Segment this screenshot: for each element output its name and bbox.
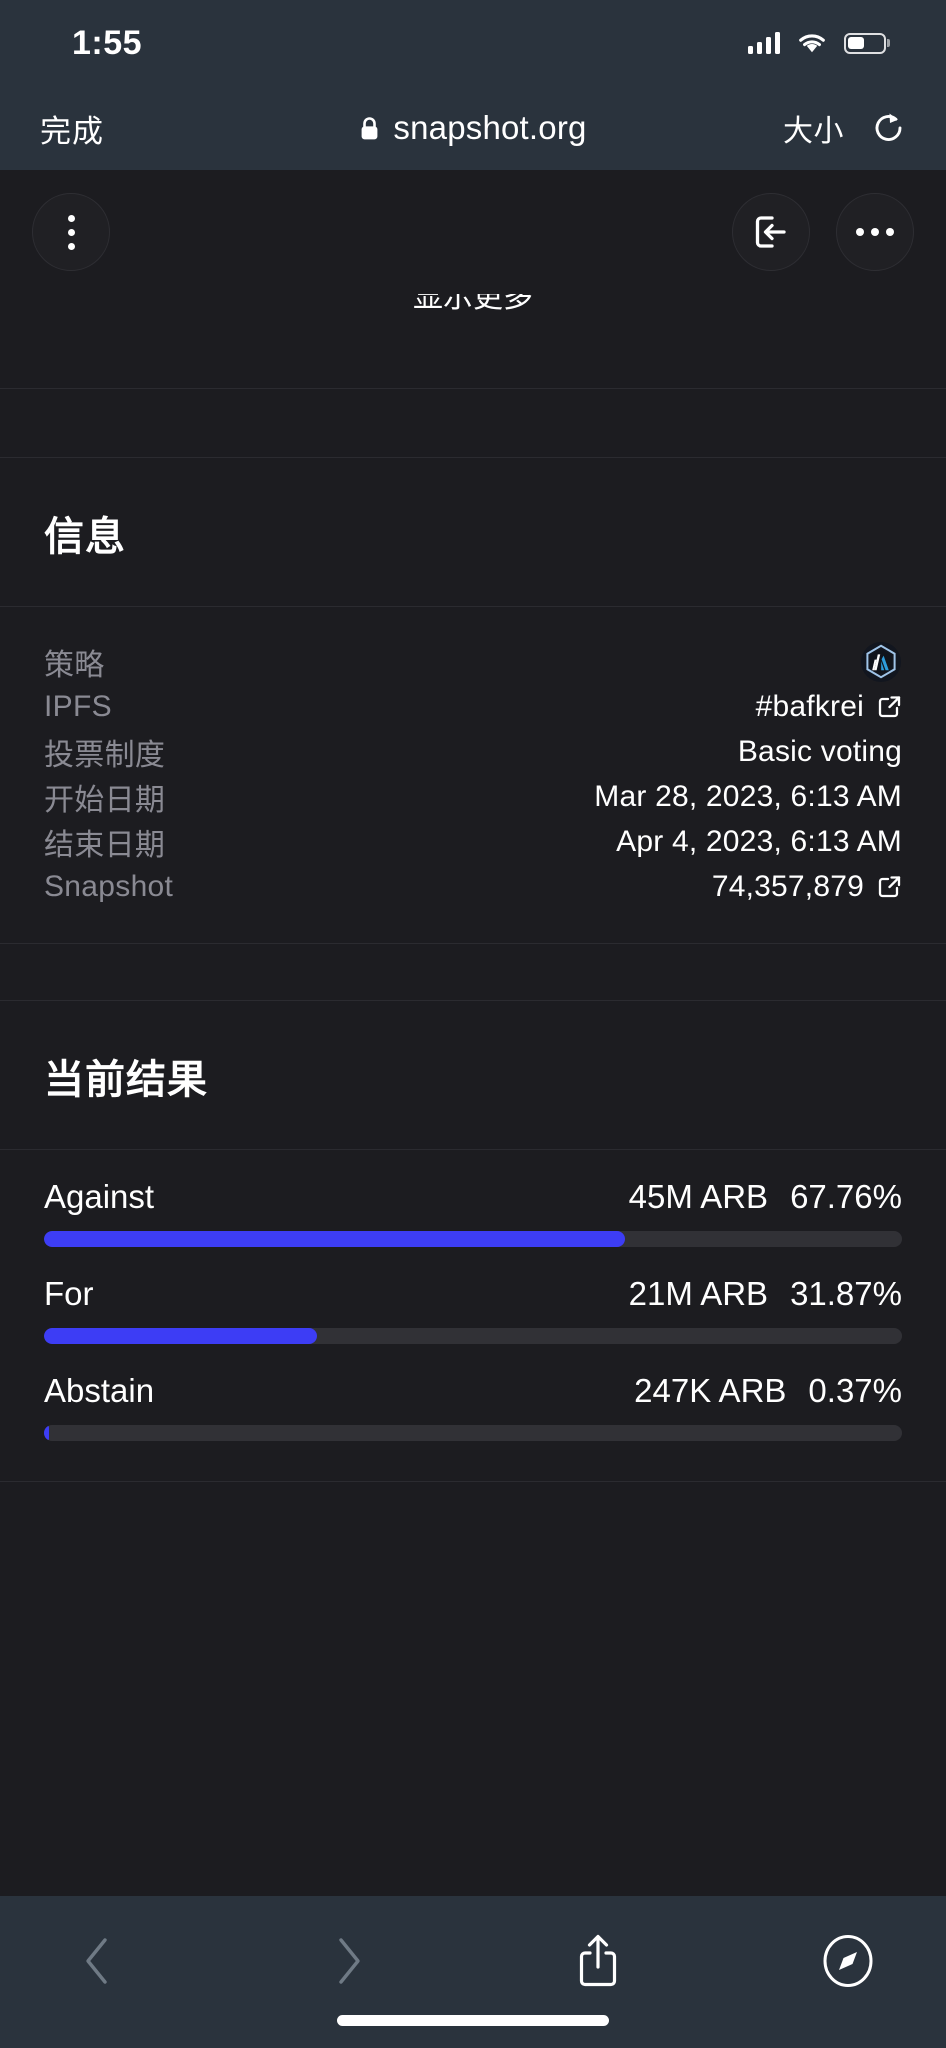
result-stats: 45M ARB 67.76%	[629, 1178, 902, 1216]
spacer-c	[0, 944, 946, 1000]
cellular-signal-icon	[747, 32, 780, 54]
info-label: 投票制度	[44, 738, 166, 772]
lock-icon	[361, 116, 378, 139]
done-button[interactable]: 完成	[40, 106, 200, 151]
external-link-icon	[878, 876, 901, 898]
url-bar-actions: 大小	[746, 106, 906, 150]
arbitrum-logo-icon	[861, 641, 901, 682]
browser-url-bar: 完成 snapshot.org 大小	[0, 86, 946, 170]
result-progress-track	[44, 1425, 902, 1441]
info-value-text: #bafkrei	[755, 689, 864, 723]
info-value	[860, 641, 902, 683]
phone-screen: 1:55 完成 snapshot.org 大小 显示更多 信息 策略 IPFS …	[0, 0, 946, 2048]
result-percent: 67.76%	[790, 1178, 902, 1215]
back-chevron-icon	[86, 1938, 107, 1984]
back-button[interactable]	[62, 1930, 134, 1992]
result-progress-track	[44, 1328, 902, 1344]
info-row-start-date: 开始日期 Mar 28, 2023, 6:13 AM	[44, 774, 902, 819]
status-bar: 1:55	[0, 0, 946, 86]
info-section-header: 信息	[0, 458, 946, 606]
info-section-title: 信息	[44, 515, 126, 559]
results-section-title: 当前结果	[44, 1058, 208, 1102]
kebab-menu-button[interactable]	[32, 193, 110, 271]
result-percent: 31.87%	[790, 1275, 902, 1312]
result-row: Abstain 247K ARB 0.37%	[44, 1372, 902, 1441]
info-value: Basic voting	[738, 735, 902, 769]
safari-compass-icon	[823, 1935, 873, 1987]
result-progress-fill	[44, 1231, 626, 1247]
show-more-label: 显示更多	[413, 294, 533, 314]
divider-results-bottom	[0, 1481, 946, 1482]
info-value[interactable]: #bafkrei	[756, 690, 902, 724]
info-row-strategy: 策略	[44, 639, 902, 684]
action-bar-right	[732, 193, 914, 271]
result-percent: 0.37%	[808, 1372, 902, 1409]
proposal-action-bar	[0, 170, 946, 294]
safari-top-chrome: 1:55 完成 snapshot.org 大小	[0, 0, 946, 170]
reload-icon[interactable]	[872, 111, 906, 145]
result-row-header: Against 45M ARB 67.76%	[44, 1178, 902, 1216]
status-bar-time: 1:55	[72, 23, 143, 62]
info-section-body: 策略 IPFS #bafkrei 投票制度 Basic voting 开始日期 …	[0, 607, 946, 943]
info-row-voting-system: 投票制度 Basic voting	[44, 729, 902, 774]
result-amount: 247K ARB	[634, 1372, 787, 1409]
external-link-icon	[878, 696, 901, 718]
page-size-button[interactable]: 大小	[783, 106, 844, 150]
kebab-menu-icon	[67, 214, 75, 250]
info-label: 结束日期	[44, 828, 166, 862]
result-row-header: For 21M ARB 31.87%	[44, 1275, 902, 1313]
url-field[interactable]: snapshot.org	[200, 109, 746, 147]
info-row-snapshot[interactable]: Snapshot 74,357,879	[44, 864, 902, 909]
info-label: Snapshot	[44, 869, 174, 903]
web-content: 显示更多 信息 策略 IPFS #bafkrei 投票制度 Basic voti…	[0, 170, 946, 1896]
ellipsis-icon	[856, 228, 894, 236]
login-button[interactable]	[732, 193, 810, 271]
home-indicator	[337, 2015, 609, 2026]
info-value-text: Basic voting	[737, 734, 902, 768]
result-row-header: Abstain 247K ARB 0.37%	[44, 1372, 902, 1410]
result-stats: 21M ARB 31.87%	[629, 1275, 902, 1313]
spacer-a	[0, 334, 946, 388]
result-progress-track	[44, 1231, 902, 1247]
result-progress-fill	[44, 1425, 50, 1441]
url-text: snapshot.org	[393, 109, 587, 146]
result-stats: 247K ARB 0.37%	[634, 1372, 902, 1410]
more-options-button[interactable]	[836, 193, 914, 271]
status-bar-indicators	[747, 32, 886, 54]
info-row-ipfs[interactable]: IPFS #bafkrei	[44, 684, 902, 729]
results-section-body: Against 45M ARB 67.76% For 21M ARB 31.87…	[0, 1150, 946, 1481]
result-amount: 45M ARB	[628, 1178, 769, 1215]
wifi-icon	[799, 34, 825, 53]
spacer-b	[0, 389, 946, 457]
result-amount: 21M ARB	[628, 1275, 769, 1312]
results-section-header: 当前结果	[0, 1001, 946, 1149]
forward-chevron-icon	[339, 1938, 360, 1984]
info-value[interactable]: 74,357,879	[712, 870, 902, 904]
info-value-text: 74,357,879	[711, 869, 864, 903]
info-label: 策略	[44, 648, 105, 682]
share-icon	[579, 1934, 617, 1987]
result-row: For 21M ARB 31.87%	[44, 1275, 902, 1344]
result-choice-label: Against	[44, 1178, 155, 1215]
tabs-button[interactable]	[812, 1930, 884, 1992]
info-value: Mar 28, 2023, 6:13 AM	[594, 780, 902, 814]
info-value: Apr 4, 2023, 6:13 AM	[616, 825, 902, 859]
info-label: 开始日期	[44, 783, 166, 817]
login-icon	[755, 216, 786, 248]
battery-icon	[844, 32, 886, 54]
info-value-text: Apr 4, 2023, 6:13 AM	[616, 824, 902, 858]
share-button[interactable]	[562, 1930, 634, 1992]
forward-button[interactable]	[312, 1930, 384, 1992]
info-label: IPFS	[44, 689, 112, 723]
info-row-end-date: 结束日期 Apr 4, 2023, 6:13 AM	[44, 819, 902, 864]
result-choice-label: Abstain	[44, 1372, 155, 1409]
result-progress-fill	[44, 1328, 318, 1344]
result-row: Against 45M ARB 67.76%	[44, 1178, 902, 1247]
info-value-text: Mar 28, 2023, 6:13 AM	[594, 779, 902, 813]
result-choice-label: For	[44, 1275, 94, 1312]
show-more-clipped[interactable]: 显示更多	[0, 294, 946, 334]
